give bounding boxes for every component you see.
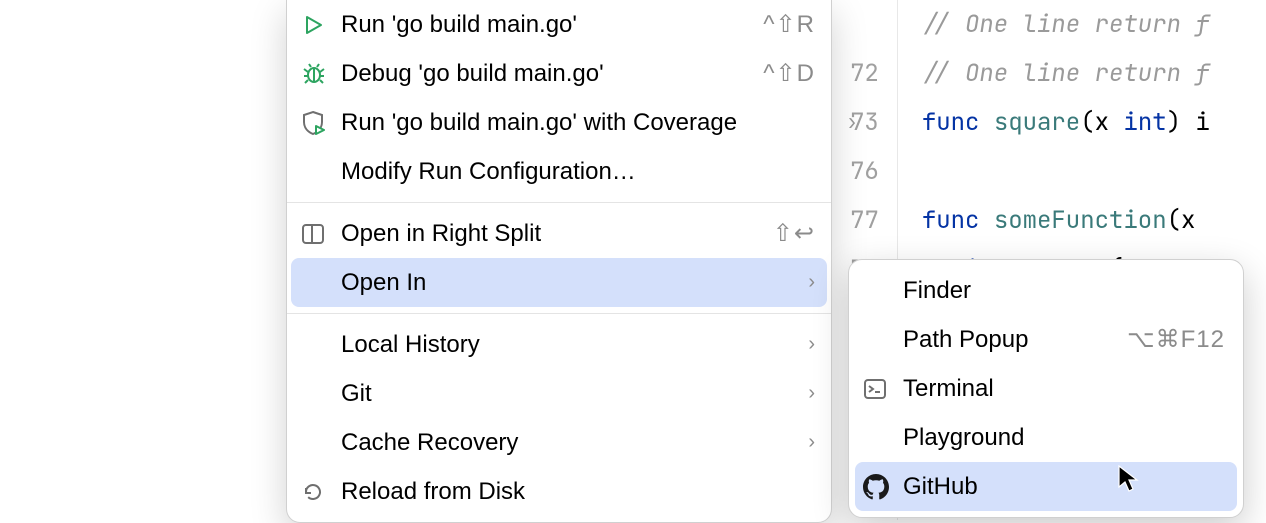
menu-item-debug-go-build-main-go[interactable]: Debug 'go build main.go'^⇧D xyxy=(287,49,831,98)
menu-item-label: GitHub xyxy=(903,473,1225,501)
menu-item-label: Terminal xyxy=(903,375,1225,403)
menu-item-label: Modify Run Configuration… xyxy=(341,158,815,186)
menu-item-local-history[interactable]: Local History › xyxy=(287,320,831,369)
menu-item-run-go-build-main-go[interactable]: Run 'go build main.go'^⇧R xyxy=(287,0,831,49)
chevron-right-icon: › xyxy=(808,333,815,356)
menu-item-open-in[interactable]: Open In › xyxy=(291,258,827,307)
gutter-line xyxy=(850,0,879,49)
chevron-right-icon: › xyxy=(808,431,815,454)
context-menu: Run 'go build main.go'^⇧RDebug 'go build… xyxy=(286,0,832,523)
menu-item-shortcut: ⇧↩ xyxy=(773,219,815,248)
menu-item-reload-from-disk[interactable]: Reload from Disk xyxy=(287,467,831,516)
coverage-icon xyxy=(301,110,341,136)
menu-item-label: Git xyxy=(341,380,800,408)
menu-item-playground[interactable]: Playground xyxy=(849,413,1243,462)
terminal-icon xyxy=(863,378,903,400)
menu-item-modify-run-configuration[interactable]: Modify Run Configuration… xyxy=(287,147,831,196)
menu-separator xyxy=(287,313,831,314)
gutter-line: ›73 xyxy=(850,98,879,147)
menu-item-path-popup[interactable]: Path Popup⌥⌘F12 xyxy=(849,315,1243,364)
menu-item-github[interactable]: GitHub xyxy=(855,462,1237,511)
gutter-line: 76 xyxy=(850,147,879,196)
fold-chevron-icon[interactable]: › xyxy=(846,98,858,147)
menu-item-label: Run 'go build main.go' xyxy=(341,11,763,39)
bug-icon xyxy=(301,61,341,87)
menu-separator xyxy=(287,202,831,203)
menu-item-run-go-build-main-go-with-coverage[interactable]: Run 'go build main.go' with Coverage xyxy=(287,98,831,147)
menu-item-shortcut: ⌥⌘F12 xyxy=(1127,325,1225,354)
code-line[interactable] xyxy=(922,147,1210,196)
menu-item-label: Playground xyxy=(903,424,1225,452)
menu-item-shortcut: ^⇧D xyxy=(763,59,815,88)
code-line[interactable]: func someFunction(x xyxy=(922,196,1210,245)
chevron-right-icon: › xyxy=(808,271,815,294)
chevron-right-icon: › xyxy=(808,382,815,405)
github-icon xyxy=(863,474,903,500)
menu-item-label: Debug 'go build main.go' xyxy=(341,60,763,88)
menu-item-open-in-right-split[interactable]: Open in Right Split⇧↩ xyxy=(287,209,831,258)
line-number: 72 xyxy=(850,49,879,98)
menu-item-label: Reload from Disk xyxy=(341,478,815,506)
menu-item-label: Local History xyxy=(341,331,800,359)
reload-icon xyxy=(301,480,341,504)
line-number: 76 xyxy=(850,147,879,196)
line-number: 77 xyxy=(850,196,879,245)
code-line[interactable]: func square(x int) i xyxy=(922,98,1210,147)
gutter-line: 77 xyxy=(850,196,879,245)
menu-item-label: Open in Right Split xyxy=(341,220,773,248)
menu-item-label: Open In xyxy=(341,269,800,297)
menu-item-label: Cache Recovery xyxy=(341,429,800,457)
split-icon xyxy=(301,223,341,245)
code-line[interactable]: // One line return f xyxy=(922,49,1210,98)
menu-item-label: Finder xyxy=(903,277,1225,305)
menu-item-terminal[interactable]: Terminal xyxy=(849,364,1243,413)
menu-item-label: Path Popup xyxy=(903,326,1127,354)
gutter-line: 72 xyxy=(850,49,879,98)
code-line[interactable]: // One line return f xyxy=(922,0,1210,49)
play-icon xyxy=(301,13,341,37)
menu-item-cache-recovery[interactable]: Cache Recovery › xyxy=(287,418,831,467)
menu-item-label: Run 'go build main.go' with Coverage xyxy=(341,109,815,137)
menu-item-git[interactable]: Git › xyxy=(287,369,831,418)
menu-item-shortcut: ^⇧R xyxy=(763,10,815,39)
menu-item-finder[interactable]: Finder xyxy=(849,266,1243,315)
open-in-submenu: Finder Path Popup⌥⌘F12 Terminal Playground G… xyxy=(848,259,1244,518)
